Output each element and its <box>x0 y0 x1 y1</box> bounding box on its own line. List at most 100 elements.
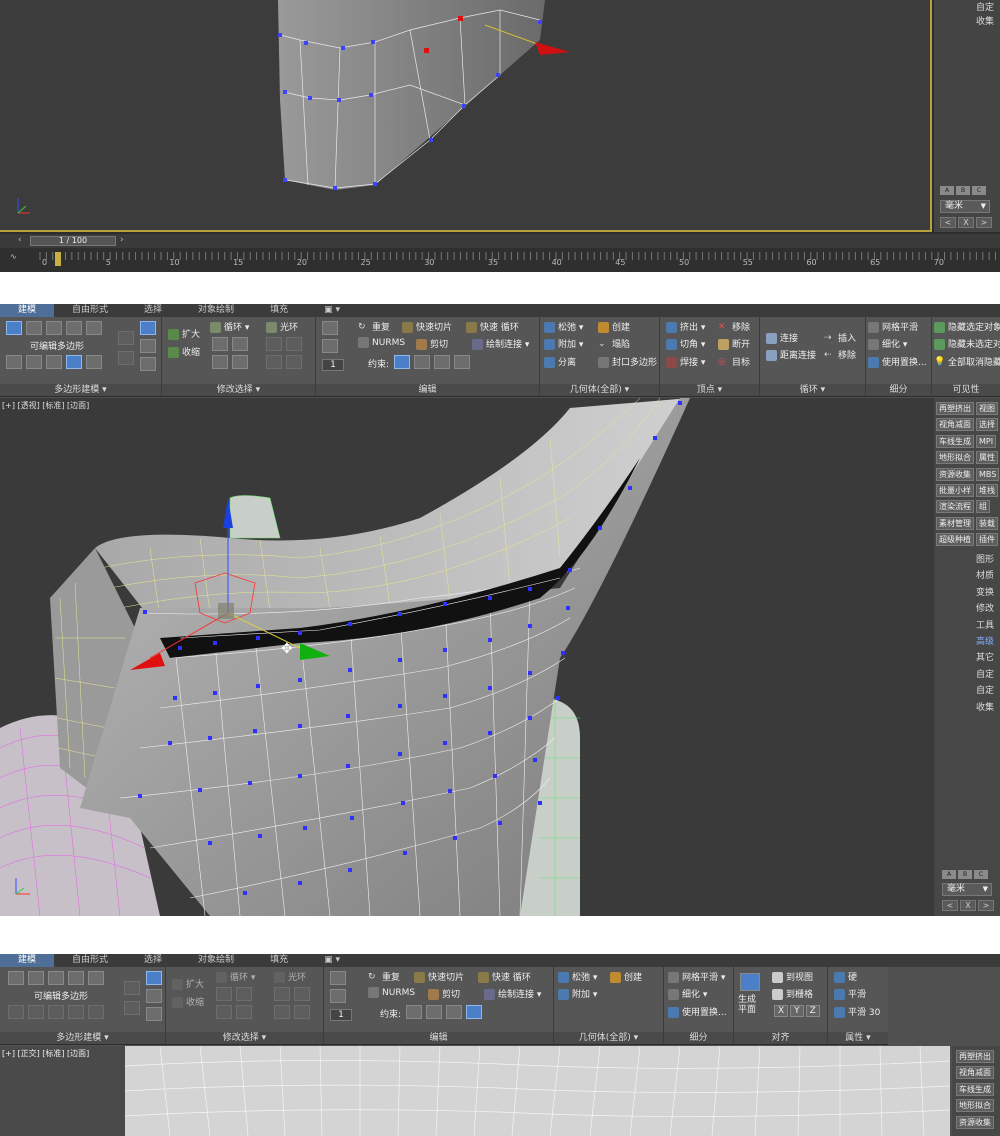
loop-dots-icon[interactable] <box>236 1005 252 1019</box>
quickslice-button[interactable]: 快速切片 <box>402 320 452 333</box>
hard-button[interactable]: 硬 <box>834 970 857 983</box>
arrow-left-icon[interactable]: ‹ <box>18 235 22 245</box>
viewport-perspective-2[interactable]: ✥ [+] [透视] [标准] [边面] <box>0 398 934 916</box>
modifier-icon-4[interactable] <box>68 1005 84 1019</box>
command-category-button[interactable]: 装载 <box>976 516 998 530</box>
command-tool-button[interactable]: 再塑挤出 <box>936 402 974 415</box>
loop-shift-icon[interactable] <box>216 987 232 1001</box>
modifier-icon-1[interactable] <box>8 1005 24 1019</box>
modifier-icon-1[interactable] <box>6 355 22 369</box>
attach-button[interactable]: 附加 ▾ <box>544 337 583 350</box>
command-category-button[interactable]: 变换 <box>976 585 994 598</box>
unit-dropdown[interactable]: 毫米 ▼ <box>940 200 990 213</box>
meshsmooth-button[interactable]: 网格平滑 <box>868 320 918 333</box>
side-icon-2[interactable] <box>140 339 156 353</box>
command-label-custom[interactable]: 自定 <box>976 0 994 13</box>
tweak-icon[interactable] <box>322 339 338 353</box>
ring-remove-icon[interactable] <box>294 987 310 1001</box>
side-icon-3[interactable] <box>146 1007 162 1021</box>
side-icon-2[interactable] <box>146 989 162 1003</box>
loop-button[interactable]: 循环 ▾ <box>210 320 249 333</box>
command-tool-button[interactable]: 地形拟合 <box>936 451 974 465</box>
border-mode-icon[interactable] <box>46 321 62 335</box>
distance-connect-button[interactable]: 距离连接 <box>766 348 816 361</box>
vertex-mode-icon[interactable] <box>6 321 22 335</box>
constraint-none-icon[interactable] <box>394 355 410 369</box>
prev-button[interactable]: < <box>940 217 956 228</box>
ring-shift-icon[interactable] <box>274 987 290 1001</box>
viewport-perspective-1[interactable] <box>0 0 932 232</box>
cap-poly-button[interactable]: 封口多边形 <box>598 355 657 368</box>
side-icon-1[interactable] <box>146 971 162 985</box>
axis-button-b[interactable]: B <box>956 186 970 195</box>
modifier-icon-2[interactable] <box>26 355 42 369</box>
tab-populate[interactable]: 填充 <box>252 304 306 317</box>
swiftloop-button[interactable]: 快速 循环 <box>466 320 519 333</box>
tab-object-paint[interactable]: 对象绘制 <box>180 954 252 967</box>
quickslice-button[interactable]: 快速切片 <box>414 970 464 983</box>
constraint-edge-icon[interactable] <box>414 355 430 369</box>
curve-icon[interactable]: ∿ <box>10 252 17 261</box>
tab-object-paint[interactable]: 对象绘制 <box>180 304 252 317</box>
tab-freeform[interactable]: 自由形式 <box>54 954 126 967</box>
command-category-button[interactable]: 属性 <box>976 451 998 465</box>
modifier-icon-5[interactable] <box>86 355 102 369</box>
to-grid-button[interactable]: 到栅格 <box>772 987 813 1000</box>
group-label-vertices[interactable]: 顶点 ▾ <box>660 384 759 396</box>
command-tool-button[interactable]: 车线生成 <box>936 434 974 448</box>
stack-icon-2[interactable] <box>124 1001 140 1015</box>
grow-button[interactable]: 扩大 <box>172 977 204 990</box>
loop-remove-button[interactable]: ⇠ 移除 <box>824 348 856 361</box>
attach-button[interactable]: 附加 ▾ <box>558 987 597 1000</box>
loop-remove-icon[interactable] <box>232 337 248 351</box>
modifier-icon-2[interactable] <box>28 1005 44 1019</box>
viewport-label-3[interactable]: [+] [正交] [标准] [边面] <box>2 1048 89 1059</box>
loop-shift-icon[interactable] <box>212 337 228 351</box>
loop-step-icon[interactable] <box>216 1005 232 1019</box>
stack-icon-2[interactable] <box>118 351 134 365</box>
meshsmooth-button[interactable]: 网格平滑 ▾ <box>668 970 725 983</box>
loop-step-icon[interactable] <box>212 355 228 369</box>
group-label-properties[interactable]: 属性 ▾ <box>828 1032 888 1044</box>
close-button[interactable]: X <box>960 900 976 911</box>
repeat-button[interactable]: ↻ 重复 <box>358 320 390 333</box>
viewport-label-2[interactable]: [+] [透视] [标准] [边面] <box>2 400 89 411</box>
ring-dots-icon[interactable] <box>294 1005 310 1019</box>
insert-button[interactable]: ⇢ 插入 <box>824 331 856 344</box>
axis-button-b[interactable]: B <box>958 870 972 879</box>
create-button[interactable]: 创建 <box>598 320 630 333</box>
command-category-button[interactable]: 堆栈 <box>976 484 998 497</box>
command-label-collect[interactable]: 收集 <box>976 14 994 27</box>
extrude-button[interactable]: 挤出 ▾ <box>666 320 705 333</box>
ring-step-icon[interactable] <box>266 355 282 369</box>
stack-icon-1[interactable] <box>124 981 140 995</box>
group-label-loops[interactable]: 循环 ▾ <box>760 384 865 396</box>
command-category-button[interactable]: 修改 <box>976 601 994 614</box>
shrink-button[interactable]: 收缩 <box>168 345 200 358</box>
command-category-button[interactable]: 高级 <box>976 634 994 647</box>
command-tool-button[interactable]: 再塑挤出 <box>956 1050 994 1063</box>
loop-remove-icon[interactable] <box>236 987 252 1001</box>
break-button[interactable]: 断开 <box>718 337 750 350</box>
ring-remove-icon[interactable] <box>286 337 302 351</box>
modifier-icon-3[interactable] <box>48 1005 64 1019</box>
smooth-button[interactable]: 平滑 <box>834 987 866 1000</box>
next-button[interactable]: > <box>978 900 994 911</box>
border-mode-icon[interactable] <box>48 971 64 985</box>
constraint-normal-icon[interactable] <box>466 1005 482 1019</box>
use-displacement-button[interactable]: 使用置换... <box>668 1005 727 1018</box>
close-button[interactable]: X <box>958 217 974 228</box>
command-tool-button[interactable]: 渲染流程 <box>936 500 974 514</box>
command-category-button[interactable]: MPI <box>976 434 997 448</box>
constraint-normal-icon[interactable] <box>454 355 470 369</box>
ring-shift-icon[interactable] <box>266 337 282 351</box>
spinner-input[interactable]: 1 <box>330 1009 352 1021</box>
make-planar-label[interactable]: 生成 平面 <box>738 995 756 1015</box>
constraint-face-icon[interactable] <box>446 1005 462 1019</box>
tab-selection[interactable]: 选择 <box>126 304 180 317</box>
tab-extra[interactable]: ▣ ▾ <box>306 954 358 967</box>
group-label-modify-selection[interactable]: 修改选择 ▾ <box>166 1032 323 1044</box>
command-category-button[interactable]: 自定 <box>976 667 994 680</box>
modifier-icon-5[interactable] <box>88 1005 104 1019</box>
tessellate-button[interactable]: 细化 ▾ <box>868 337 907 350</box>
